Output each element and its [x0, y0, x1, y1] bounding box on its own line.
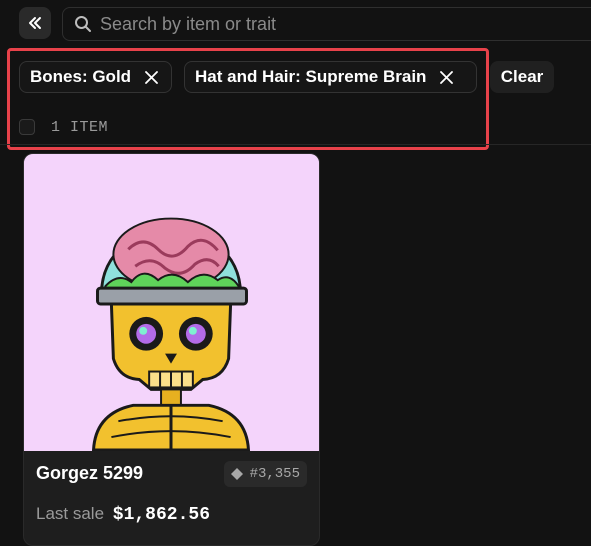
search-icon [75, 16, 91, 32]
rarity-rank-badge: #3,355 [223, 461, 307, 487]
clear-filters-button[interactable]: Clear [490, 61, 554, 93]
item-count: 1 ITEM [51, 119, 109, 136]
select-all-checkbox[interactable] [19, 119, 35, 135]
collapse-sidebar-button[interactable] [19, 7, 51, 39]
filter-chip-hat-and-hair[interactable]: Hat and Hair: Supreme Brain [184, 61, 477, 93]
double-chevron-left-icon [29, 17, 41, 29]
search-input[interactable] [100, 13, 540, 35]
search-bar[interactable] [62, 7, 591, 41]
filter-chip-label: Hat and Hair: Supreme Brain [195, 67, 427, 86]
last-sale-label: Last sale [36, 504, 105, 523]
rarity-rank: #3,355 [249, 466, 300, 482]
item-card[interactable]: Gorgez 5299 #3,355 Last sale $1,862.56 [23, 153, 320, 546]
close-icon[interactable] [144, 70, 158, 84]
last-sale: Last sale $1,862.56 [36, 504, 210, 525]
nft-image [24, 154, 319, 451]
diamond-icon [230, 468, 243, 480]
last-sale-price: $1,862.56 [112, 505, 210, 525]
close-icon[interactable] [439, 70, 453, 84]
item-name: Gorgez 5299 [36, 463, 144, 483]
filter-chip-bones[interactable]: Bones: Gold [19, 61, 172, 93]
filter-chip-label: Bones: Gold [30, 67, 132, 86]
divider [0, 144, 591, 145]
